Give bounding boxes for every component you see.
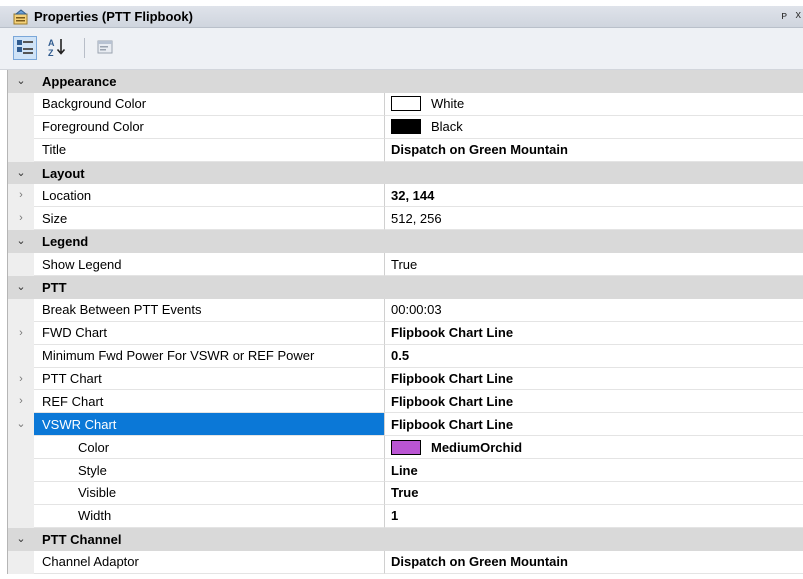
property-row-size[interactable]: › Size 512, 256	[8, 207, 803, 231]
property-pages-icon	[97, 40, 113, 54]
category-ptt[interactable]: ⌄ PTT	[8, 276, 803, 299]
property-name: Break Between PTT Events	[34, 298, 385, 322]
category-appearance[interactable]: ⌄ Appearance	[8, 70, 803, 93]
property-row-fwd-chart[interactable]: › FWD Chart Flipbook Chart Line	[8, 321, 803, 345]
property-name: Style	[34, 459, 385, 483]
property-value[interactable]: True	[385, 482, 803, 505]
category-legend[interactable]: ⌄ Legend	[8, 230, 803, 254]
svg-text:A: A	[48, 38, 55, 48]
category-layout[interactable]: ⌄ Layout	[8, 161, 803, 185]
expand-chevron-icon[interactable]: ›	[8, 207, 34, 231]
property-row-ptt-chart[interactable]: › PTT Chart Flipbook Chart Line	[8, 367, 803, 391]
property-name: Size	[34, 207, 385, 231]
property-value[interactable]: 32, 144	[385, 184, 803, 208]
property-value[interactable]: True	[385, 253, 803, 277]
property-value[interactable]: White	[385, 93, 803, 116]
property-value[interactable]: Black	[385, 116, 803, 139]
property-row-vswr-visible[interactable]: Visible True	[8, 482, 803, 505]
property-name: Minimum Fwd Power For VSWR or REF Power	[34, 344, 385, 368]
property-row-vswr-width[interactable]: Width 1	[8, 504, 803, 528]
property-row-ref-chart[interactable]: › REF Chart Flipbook Chart Line	[8, 390, 803, 414]
pin-icon[interactable]: ᴘ	[781, 10, 787, 22]
property-value[interactable]: Dispatch on Green Mountain	[385, 139, 803, 162]
close-icon[interactable]: x	[796, 9, 802, 21]
toolbar-separator	[84, 38, 85, 58]
property-name: REF Chart	[34, 390, 385, 414]
property-name-selected: VSWR Chart	[34, 413, 385, 437]
property-grid: ⌄ Appearance Background Color White Fore…	[7, 70, 803, 574]
panel-title: Properties (PTT Flipbook)	[34, 9, 193, 24]
collapse-chevron-icon[interactable]: ⌄	[8, 276, 34, 299]
collapse-chevron-icon[interactable]: ⌄	[8, 230, 34, 254]
property-value[interactable]: Flipbook Chart Line	[385, 390, 803, 414]
expand-chevron-icon[interactable]: ›	[8, 390, 34, 414]
property-value[interactable]: 1	[385, 505, 803, 528]
alphabetical-sort-button[interactable]: A Z	[46, 36, 70, 60]
property-row-vswr-chart[interactable]: ⌄ VSWR Chart Flipbook Chart Line	[8, 413, 803, 437]
category-ptt-channel[interactable]: ⌄ PTT Channel	[8, 527, 803, 551]
property-row-break-between-ptt-events[interactable]: Break Between PTT Events 00:00:03	[8, 298, 803, 322]
property-name: Location	[34, 184, 385, 208]
property-row-channel-adaptor[interactable]: Channel Adaptor Dispatch on Green Mounta…	[8, 550, 803, 574]
property-value[interactable]: Dispatch on Green Mountain	[385, 551, 803, 574]
property-row-vswr-color[interactable]: Color MediumOrchid	[8, 436, 803, 460]
collapse-chevron-icon[interactable]: ⌄	[8, 70, 34, 93]
property-value[interactable]: Flipbook Chart Line	[385, 368, 803, 391]
category-label: PTT Channel	[42, 531, 122, 547]
property-value[interactable]: Line	[385, 459, 803, 483]
property-name: FWD Chart	[34, 321, 385, 345]
property-row-title[interactable]: Title Dispatch on Green Mountain	[8, 138, 803, 162]
property-pages-button[interactable]	[94, 36, 118, 60]
property-value[interactable]: MediumOrchid	[385, 436, 803, 460]
property-name: Background Color	[34, 92, 385, 116]
collapse-chevron-icon[interactable]: ⌄	[8, 413, 34, 437]
sort-alphabetical-icon: A Z	[48, 38, 66, 58]
category-label: Appearance	[42, 73, 117, 89]
property-name: Color	[34, 436, 385, 460]
property-value[interactable]: 512, 256	[385, 207, 803, 231]
svg-text:Z: Z	[48, 48, 54, 58]
category-label: Layout	[42, 165, 85, 181]
property-name: Channel Adaptor	[34, 550, 385, 574]
category-label: PTT	[42, 279, 67, 295]
collapse-chevron-icon[interactable]: ⌄	[8, 161, 34, 185]
color-swatch	[391, 439, 421, 455]
property-row-vswr-style[interactable]: Style Line	[8, 459, 803, 483]
property-name: Show Legend	[34, 253, 385, 277]
property-row-min-fwd-power[interactable]: Minimum Fwd Power For VSWR or REF Power …	[8, 344, 803, 368]
category-label: Legend	[42, 234, 89, 250]
color-swatch	[391, 96, 421, 112]
property-value[interactable]: Flipbook Chart Line	[385, 322, 803, 345]
property-value[interactable]: Flipbook Chart Line	[385, 413, 803, 437]
property-name: Foreground Color	[34, 115, 385, 139]
panel-title-bar: Properties (PTT Flipbook) ᴘ x	[0, 6, 803, 28]
categorized-icon	[17, 40, 33, 54]
expand-chevron-icon[interactable]: ›	[8, 184, 34, 208]
expand-chevron-icon[interactable]: ›	[8, 321, 34, 345]
properties-window-icon	[12, 8, 30, 25]
property-value[interactable]: 00:00:03	[385, 299, 803, 322]
property-value[interactable]: 0.5	[385, 345, 803, 368]
expand-chevron-icon[interactable]: ›	[8, 367, 34, 391]
property-name: Visible	[34, 482, 385, 505]
property-row-foreground-color[interactable]: Foreground Color Black	[8, 115, 803, 139]
property-name: PTT Chart	[34, 367, 385, 391]
property-row-background-color[interactable]: Background Color White	[8, 92, 803, 116]
property-name: Width	[34, 504, 385, 528]
color-swatch	[391, 119, 421, 135]
property-row-show-legend[interactable]: Show Legend True	[8, 253, 803, 277]
property-row-location[interactable]: › Location 32, 144	[8, 184, 803, 208]
categorized-view-button[interactable]	[13, 36, 37, 60]
property-name: Title	[34, 138, 385, 162]
collapse-chevron-icon[interactable]: ⌄	[8, 527, 34, 551]
toolbar: A Z	[0, 28, 803, 70]
